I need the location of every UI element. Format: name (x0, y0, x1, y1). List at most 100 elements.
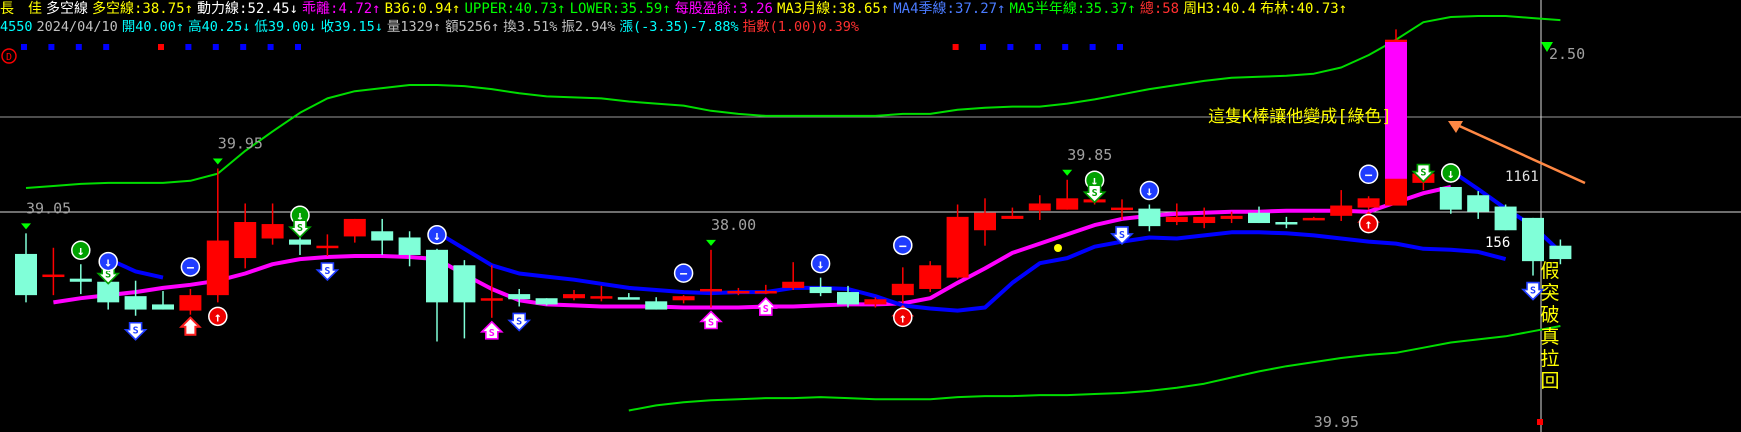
candle-body (974, 212, 996, 231)
small-number: 156 (1485, 235, 1510, 251)
down-signal-icon: ↓ (98, 251, 118, 272)
top-marker (1007, 44, 1014, 50)
candle-body (1028, 203, 1051, 211)
candle-body (1549, 245, 1572, 260)
quote-field-1: 2024/04/10 (36, 19, 118, 35)
header-indicator-11: MA5半年線:35.37↑ (1009, 1, 1136, 17)
candle-body (782, 281, 805, 288)
up-signal-icon: ↑ (1358, 213, 1379, 234)
down-signal-icon: ↓ (427, 225, 447, 245)
red-up-arrow-icon (178, 316, 202, 336)
yellow-dot (1054, 244, 1062, 252)
cursor-count: 1161 (1505, 169, 1539, 185)
header-indicator-5: B36:0.94↑ (384, 1, 461, 17)
svg-text:S: S (516, 316, 522, 327)
header-indicator-3: 動力線:52.45↓ (197, 1, 299, 17)
vertical-note-char: 真 (1540, 326, 1559, 348)
up-signal-icon: ↑ (893, 307, 913, 328)
top-marker (1062, 44, 1069, 50)
candle-body (1385, 178, 1407, 206)
quote-field-10: 漲(-3.35)-7.88% (619, 19, 739, 35)
ma-quarter-line (435, 230, 1507, 313)
vertical-note-char: 破 (1540, 304, 1559, 326)
candle-body (371, 231, 394, 241)
header-indicator-10: MA4季線:37.27↑ (893, 1, 1006, 17)
candle-body (508, 294, 531, 300)
candle-body (946, 216, 969, 278)
svg-text:↓: ↓ (77, 244, 85, 259)
candle-body (700, 288, 722, 292)
sell-S-blue-icon: S (507, 312, 532, 332)
svg-text:S: S (1092, 188, 1098, 199)
svg-text:−: − (1365, 168, 1373, 183)
svg-text:↓: ↓ (1447, 167, 1455, 182)
candle-body (152, 304, 174, 310)
top-marker (980, 44, 986, 50)
quote-field-5: 收39.15↓ (320, 19, 383, 35)
svg-text:↑: ↑ (1365, 218, 1373, 233)
svg-text:↑: ↑ (899, 311, 907, 326)
buy-signal-icon: ↓ (1441, 163, 1461, 183)
sell-S-green-icon: S (288, 219, 312, 239)
quote-field-3: 高40.25↓ (188, 19, 251, 35)
quote-field-7: 額5256↑ (445, 19, 500, 35)
svg-text:↓: ↓ (433, 229, 441, 244)
candle-body (754, 291, 777, 294)
quote-field-0: 4550 (0, 19, 33, 35)
candle-body (535, 298, 558, 305)
candle-body (15, 253, 37, 296)
price-label: 38.00 (711, 216, 756, 234)
top-marker (240, 44, 247, 50)
ma-month-line (53, 185, 1452, 310)
indicator-header-row: 長 佳多空線 多空線:38.75↑ 動力線:52.45↓ 乖離:4.72↑ B36:0.… (0, 0, 1351, 18)
price-label: 39.95 (1314, 413, 1359, 431)
candle-body (919, 265, 942, 289)
candle-body (837, 292, 859, 305)
vertical-note-char: 回 (1540, 370, 1559, 392)
candle-body (453, 265, 476, 303)
candle-body (316, 245, 339, 249)
cursor-price: 2.50 (1549, 45, 1585, 63)
candle-body (1275, 222, 1298, 225)
header-indicator-7: LOWER:35.59↑ (569, 1, 671, 17)
down-signal-icon: ↓ (1139, 180, 1160, 201)
candle-body (1165, 216, 1188, 223)
svg-text:S: S (1119, 230, 1125, 241)
header-indicator-13: 周H3:40.4 (1183, 1, 1257, 17)
price-label: 39.85 (1067, 146, 1112, 164)
svg-text:−: − (186, 261, 194, 276)
candle-body (206, 240, 229, 296)
candle-body (343, 218, 366, 237)
top-marker (952, 44, 959, 50)
candle-body (398, 237, 421, 255)
candle-body (1248, 212, 1270, 224)
header-indicator-8: 每股盈餘:3.26 (674, 1, 773, 17)
neutral-signal-icon: − (180, 257, 201, 277)
buy-S-pink-icon: S (753, 296, 778, 316)
high-marker-icon (212, 158, 223, 165)
candle-body (672, 296, 695, 301)
quote-field-4: 低39.00↓ (254, 19, 317, 35)
svg-text:↑: ↑ (214, 310, 222, 325)
quote-summary-row: 4550 2024/04/10 開40.00↑ 高40.25↓ 低39.00↓ 收39.1… (0, 18, 863, 36)
callout-text: 這隻K棒讓他變成[綠色] (1208, 106, 1392, 127)
header-indicator-0: 長 佳 (0, 1, 42, 17)
candle-body (1220, 215, 1243, 219)
candle-body (891, 283, 914, 296)
bottom-marker (1537, 419, 1543, 425)
top-marker (158, 44, 164, 50)
candle-body (1439, 186, 1462, 210)
svg-text:S: S (489, 328, 495, 339)
candle-body (1467, 195, 1490, 212)
header-indicator-2: 多空線:38.75↑ (92, 1, 194, 17)
svg-text:S: S (763, 304, 769, 315)
price-label: 39.95 (218, 134, 263, 152)
svg-text:S: S (708, 318, 714, 329)
svg-text:↓: ↓ (817, 258, 825, 273)
svg-text:↓: ↓ (104, 256, 112, 271)
candlestick-chart[interactable]: ↓S↓S−↑↓SS↓SS−SS↓−↑↓SS↓−↑S↓↓S 39.0539.953… (0, 0, 1741, 432)
svg-text:S: S (133, 326, 139, 337)
svg-text:S: S (297, 223, 303, 234)
candle-body (480, 298, 503, 301)
svg-text:−: − (899, 239, 907, 254)
